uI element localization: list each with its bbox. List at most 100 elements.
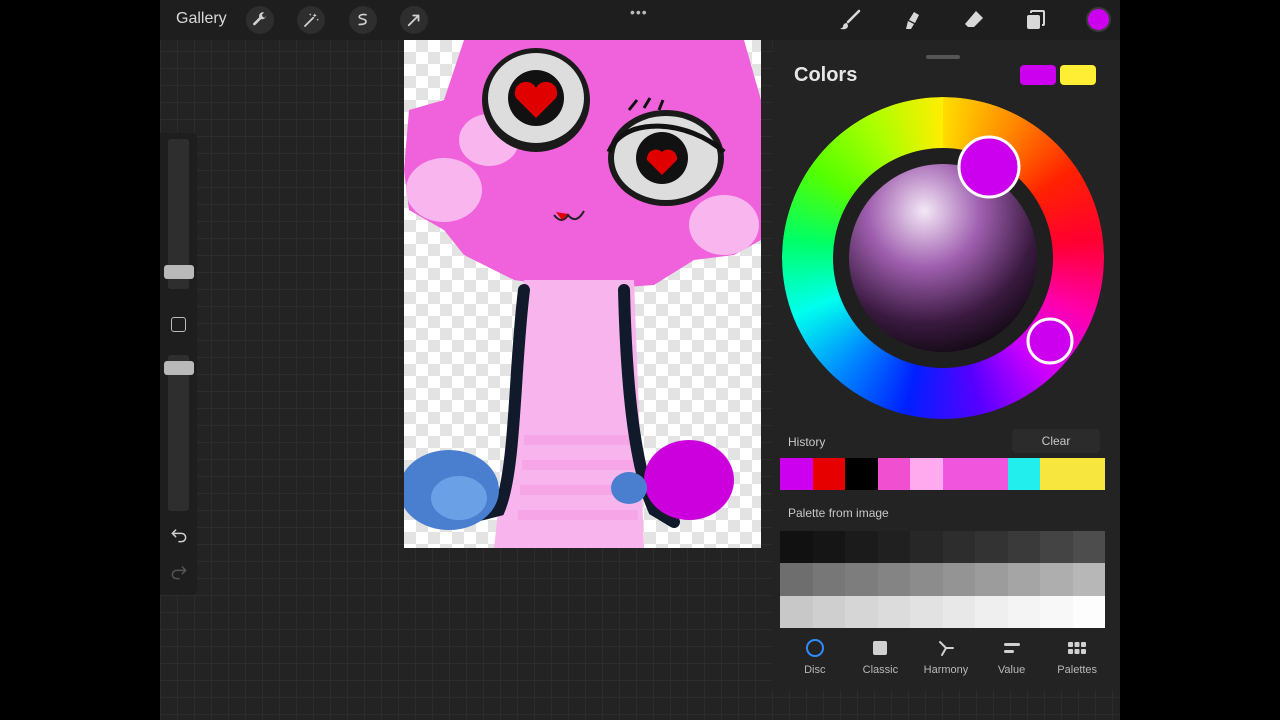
tab-label: Palettes (1057, 664, 1098, 676)
color-mode-tabs: Disc Classic Harmony Value Palettes (772, 638, 1120, 686)
value-icon (1003, 643, 1020, 653)
tab-harmony[interactable]: Harmony (916, 638, 976, 686)
transform-arrow-icon (407, 14, 420, 27)
palette-swatch[interactable] (1040, 531, 1073, 564)
eraser-icon (965, 11, 983, 27)
gallery-button[interactable]: Gallery (176, 10, 227, 28)
history-swatch[interactable] (1040, 458, 1073, 490)
selection-icon (358, 13, 367, 26)
history-label: History (788, 435, 826, 449)
color-disc[interactable] (782, 97, 1104, 419)
history-swatch[interactable] (975, 458, 1008, 490)
brush-size-slider[interactable] (164, 139, 194, 289)
transform-button[interactable] (400, 6, 428, 34)
palette-swatch[interactable] (845, 595, 878, 628)
primary-color-swatch[interactable] (1020, 65, 1056, 85)
tab-classic[interactable]: Classic (850, 638, 910, 686)
palette-swatch[interactable] (942, 595, 975, 628)
palette-swatch[interactable] (877, 563, 910, 596)
palette-swatch[interactable] (812, 563, 845, 596)
adjustments-button[interactable] (297, 6, 325, 34)
clear-history-button[interactable]: Clear (1012, 429, 1100, 453)
history-swatch[interactable] (942, 458, 975, 490)
palette-label: Palette from image (788, 506, 889, 520)
hue-picker[interactable] (1026, 317, 1074, 365)
tab-label: Value (997, 664, 1026, 676)
drawing-canvas[interactable] (404, 40, 761, 548)
opacity-handle[interactable] (164, 361, 194, 375)
smudge-tool[interactable] (898, 6, 926, 34)
layers-button[interactable] (1022, 6, 1050, 34)
palette-swatch[interactable] (942, 563, 975, 596)
palette-swatch[interactable] (1072, 531, 1105, 564)
history-swatch[interactable] (1072, 458, 1105, 490)
more-dots[interactable]: ••• (630, 4, 648, 20)
history-swatch[interactable] (1007, 458, 1040, 490)
brush-tool[interactable] (836, 6, 864, 34)
modifier-square-icon[interactable] (171, 317, 186, 332)
palette-swatch[interactable] (1072, 595, 1105, 628)
palette-swatch[interactable] (910, 595, 943, 628)
history-swatch[interactable] (910, 458, 943, 490)
tab-disc[interactable]: Disc (785, 638, 845, 686)
palette-swatch[interactable] (910, 531, 943, 564)
palette-swatch[interactable] (975, 563, 1008, 596)
palette-swatch[interactable] (845, 531, 878, 564)
disc-icon (805, 639, 824, 657)
palette-swatch[interactable] (1007, 595, 1040, 628)
palette-swatch[interactable] (780, 595, 813, 628)
palette-swatch[interactable] (812, 531, 845, 564)
eraser-tool[interactable] (960, 6, 988, 34)
palette-swatch[interactable] (910, 563, 943, 596)
classic-icon (873, 641, 888, 655)
tab-palettes[interactable]: Palettes (1047, 638, 1107, 686)
panel-title: Colors (794, 64, 858, 86)
palette-swatch[interactable] (780, 563, 813, 596)
palette-from-image (780, 531, 1105, 628)
saturation-picker[interactable] (957, 135, 1021, 199)
palette-swatch[interactable] (975, 531, 1008, 564)
palette-swatch[interactable] (1072, 563, 1105, 596)
colors-panel: Colors History Clear Palette from image … (772, 40, 1120, 690)
palette-swatch[interactable] (877, 531, 910, 564)
palette-swatch[interactable] (1040, 563, 1073, 596)
tab-value[interactable]: Value (982, 638, 1042, 686)
palette-swatch[interactable] (1040, 595, 1073, 628)
secondary-color-swatch[interactable] (1060, 65, 1096, 85)
smudge-icon (906, 12, 919, 29)
palette-swatch[interactable] (975, 595, 1008, 628)
history-swatch[interactable] (877, 458, 910, 490)
palette-swatch[interactable] (812, 595, 845, 628)
palette-swatch[interactable] (942, 531, 975, 564)
active-color-button[interactable] (1086, 7, 1111, 32)
redo-icon[interactable] (169, 562, 189, 582)
saturation-brightness-disc[interactable] (849, 164, 1037, 352)
tab-label: Disc (804, 664, 826, 676)
actions-button[interactable] (246, 6, 274, 34)
opacity-slider[interactable] (164, 355, 194, 511)
tab-label: Classic (862, 664, 899, 676)
history-swatch[interactable] (845, 458, 878, 490)
palette-swatch[interactable] (1007, 563, 1040, 596)
harmony-icon (938, 641, 954, 656)
brush-icon (840, 9, 861, 30)
wrench-icon (253, 12, 267, 26)
panel-grabber[interactable] (926, 55, 960, 59)
history-swatch[interactable] (780, 458, 813, 490)
tab-label: Harmony (923, 664, 969, 676)
brush-size-handle[interactable] (164, 265, 194, 279)
selection-button[interactable] (349, 6, 377, 34)
palette-swatch[interactable] (877, 595, 910, 628)
history-swatch[interactable] (812, 458, 845, 490)
palette-swatch[interactable] (1007, 531, 1040, 564)
palette-swatch[interactable] (780, 531, 813, 564)
procreate-app: Gallery ••• Colors History Clear Palette… (160, 0, 1120, 720)
top-toolbar: Gallery ••• (160, 0, 1120, 40)
left-sidebar (160, 133, 197, 595)
character-artwork (404, 40, 761, 548)
layers-icon (1027, 10, 1045, 29)
palettes-icon (1068, 642, 1087, 654)
undo-icon[interactable] (169, 525, 189, 545)
palette-swatch[interactable] (845, 563, 878, 596)
magic-wand-icon (304, 13, 320, 27)
